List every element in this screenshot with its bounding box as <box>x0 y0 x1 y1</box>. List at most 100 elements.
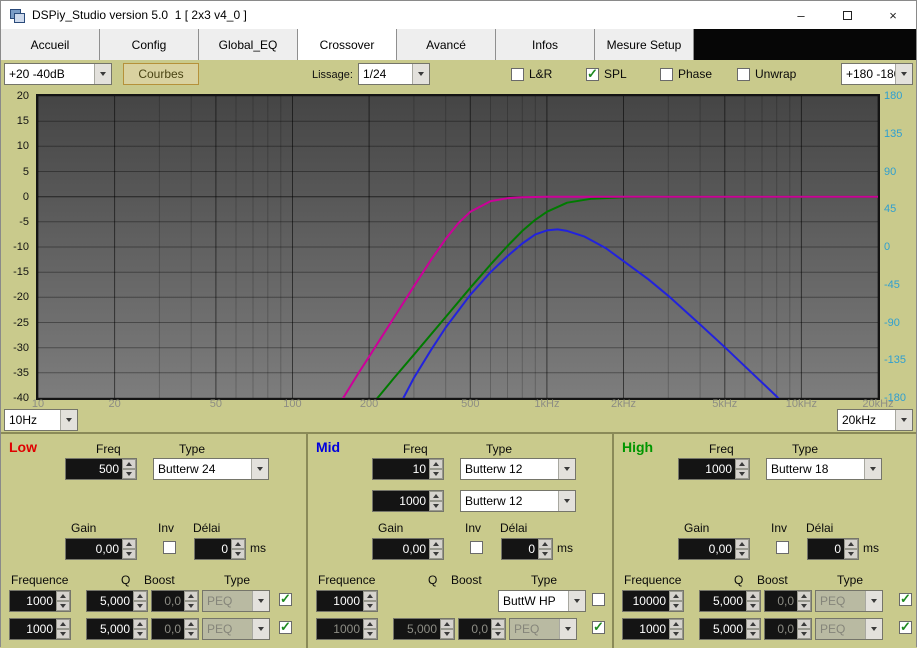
spin-down-button[interactable] <box>429 549 443 559</box>
spin-down-button[interactable] <box>429 501 443 511</box>
spin-up-button[interactable] <box>122 459 136 469</box>
mid-inv-checkbox[interactable] <box>470 541 483 554</box>
freq-min-dropdown[interactable]: 10Hz <box>4 409 78 431</box>
high-peq1-freq-spinner[interactable]: 10000 <box>622 590 684 612</box>
spin-down-button[interactable] <box>363 601 377 611</box>
mid-peq2-boost-spinner[interactable]: 0,0 <box>458 618 506 640</box>
tab-crossover[interactable]: Crossover <box>298 29 397 60</box>
minimize-icon[interactable]: – <box>778 1 824 29</box>
spin-down-button[interactable] <box>844 549 858 559</box>
spin-up-button[interactable] <box>844 539 858 549</box>
mid-freq2-spinner[interactable]: 1000 <box>372 490 444 512</box>
spin-down-button[interactable] <box>669 629 683 639</box>
spin-up-button[interactable] <box>429 459 443 469</box>
spin-up-button[interactable] <box>797 591 811 601</box>
spin-up-button[interactable] <box>797 619 811 629</box>
lissage-dropdown[interactable]: 1/24 <box>358 63 430 85</box>
high-peq2-freq-spinner[interactable]: 1000 <box>622 618 684 640</box>
low-peq2-q-spinner[interactable]: 5,000 <box>86 618 148 640</box>
tab-global-eq[interactable]: Global_EQ <box>199 29 298 60</box>
high-peq1-enable-checkbox[interactable] <box>899 593 912 606</box>
courbes-button[interactable]: Courbes <box>123 63 199 85</box>
freq-max-dropdown[interactable]: 20kHz <box>837 409 913 431</box>
spin-down-button[interactable] <box>184 601 198 611</box>
low-peq2-boost-spinner[interactable]: 0,0 <box>151 618 199 640</box>
spin-down-button[interactable] <box>440 629 454 639</box>
spin-up-button[interactable] <box>56 619 70 629</box>
db-range-dropdown[interactable]: +20 -40dB <box>4 63 112 85</box>
high-freq-spinner[interactable]: 1000 <box>678 458 750 480</box>
high-peq1-boost-spinner[interactable]: 0,0 <box>764 590 812 612</box>
low-peq1-enable-checkbox[interactable] <box>279 593 292 606</box>
phase-checkbox[interactable]: Phase <box>660 67 712 81</box>
high-peq2-enable-checkbox[interactable] <box>899 621 912 634</box>
spin-up-button[interactable] <box>669 591 683 601</box>
high-peq2-boost-spinner[interactable]: 0,0 <box>764 618 812 640</box>
low-peq1-q-spinner[interactable]: 5,000 <box>86 590 148 612</box>
tab-accueil[interactable]: Accueil <box>1 29 100 60</box>
spin-up-button[interactable] <box>735 539 749 549</box>
tab-infos[interactable]: Infos <box>496 29 595 60</box>
spin-down-button[interactable] <box>669 601 683 611</box>
mid-peq2-enable-checkbox[interactable] <box>592 621 605 634</box>
spin-up-button[interactable] <box>429 539 443 549</box>
high-inv-checkbox[interactable] <box>776 541 789 554</box>
spin-up-button[interactable] <box>440 619 454 629</box>
spin-up-button[interactable] <box>363 619 377 629</box>
spin-down-button[interactable] <box>122 469 136 479</box>
tab-mesure-setup[interactable]: Mesure Setup <box>595 29 694 60</box>
tab-config[interactable]: Config <box>100 29 199 60</box>
spin-up-button[interactable] <box>746 619 760 629</box>
mid-peq2-freq-spinner[interactable]: 1000 <box>316 618 378 640</box>
lr-checkbox[interactable]: L&R <box>511 67 552 81</box>
spin-up-button[interactable] <box>184 591 198 601</box>
low-delay-spinner[interactable]: 0 <box>194 538 246 560</box>
high-peq2-q-spinner[interactable]: 5,000 <box>699 618 761 640</box>
spin-down-button[interactable] <box>735 549 749 559</box>
high-delay-spinner[interactable]: 0 <box>807 538 859 560</box>
high-gain-spinner[interactable]: 0,00 <box>678 538 750 560</box>
spin-down-button[interactable] <box>184 629 198 639</box>
spin-down-button[interactable] <box>538 549 552 559</box>
low-inv-checkbox[interactable] <box>163 541 176 554</box>
low-peq1-boost-spinner[interactable]: 0,0 <box>151 590 199 612</box>
high-type-dropdown[interactable]: Butterw 18 <box>766 458 882 480</box>
low-freq-spinner[interactable]: 500 <box>65 458 137 480</box>
low-peq2-type-dropdown[interactable]: PEQ <box>202 618 270 640</box>
mid-peq2-q-spinner[interactable]: 5,000 <box>393 618 455 640</box>
high-peq1-q-spinner[interactable]: 5,000 <box>699 590 761 612</box>
close-icon[interactable]: × <box>870 1 916 29</box>
spin-down-button[interactable] <box>56 601 70 611</box>
spin-down-button[interactable] <box>429 469 443 479</box>
spin-down-button[interactable] <box>363 629 377 639</box>
low-peq2-enable-checkbox[interactable] <box>279 621 292 634</box>
mid-gain-spinner[interactable]: 0,00 <box>372 538 444 560</box>
low-peq1-freq-spinner[interactable]: 1000 <box>9 590 71 612</box>
lr-checkbox-box[interactable] <box>511 68 524 81</box>
spin-up-button[interactable] <box>746 591 760 601</box>
spin-down-button[interactable] <box>231 549 245 559</box>
unwrap-checkbox[interactable]: Unwrap <box>737 67 796 81</box>
mid-delay-spinner[interactable]: 0 <box>501 538 553 560</box>
spin-up-button[interactable] <box>122 539 136 549</box>
phase-checkbox-box[interactable] <box>660 68 673 81</box>
spin-up-button[interactable] <box>56 591 70 601</box>
spin-up-button[interactable] <box>231 539 245 549</box>
mid-type2-dropdown[interactable]: Butterw 12 <box>460 490 576 512</box>
spin-down-button[interactable] <box>133 601 147 611</box>
spin-up-button[interactable] <box>133 591 147 601</box>
low-type-dropdown[interactable]: Butterw 24 <box>153 458 269 480</box>
spin-down-button[interactable] <box>735 469 749 479</box>
low-peq2-freq-spinner[interactable]: 1000 <box>9 618 71 640</box>
spin-up-button[interactable] <box>538 539 552 549</box>
spin-up-button[interactable] <box>363 591 377 601</box>
spin-up-button[interactable] <box>735 459 749 469</box>
spin-down-button[interactable] <box>491 629 505 639</box>
mid-freq1-spinner[interactable]: 10 <box>372 458 444 480</box>
spin-down-button[interactable] <box>122 549 136 559</box>
mid-type1-dropdown[interactable]: Butterw 12 <box>460 458 576 480</box>
tab-avance[interactable]: Avancé <box>397 29 496 60</box>
high-peq2-type-dropdown[interactable]: PEQ <box>815 618 883 640</box>
maximize-icon[interactable] <box>824 1 870 29</box>
phase-range-dropdown[interactable]: +180 -180° <box>841 63 913 85</box>
